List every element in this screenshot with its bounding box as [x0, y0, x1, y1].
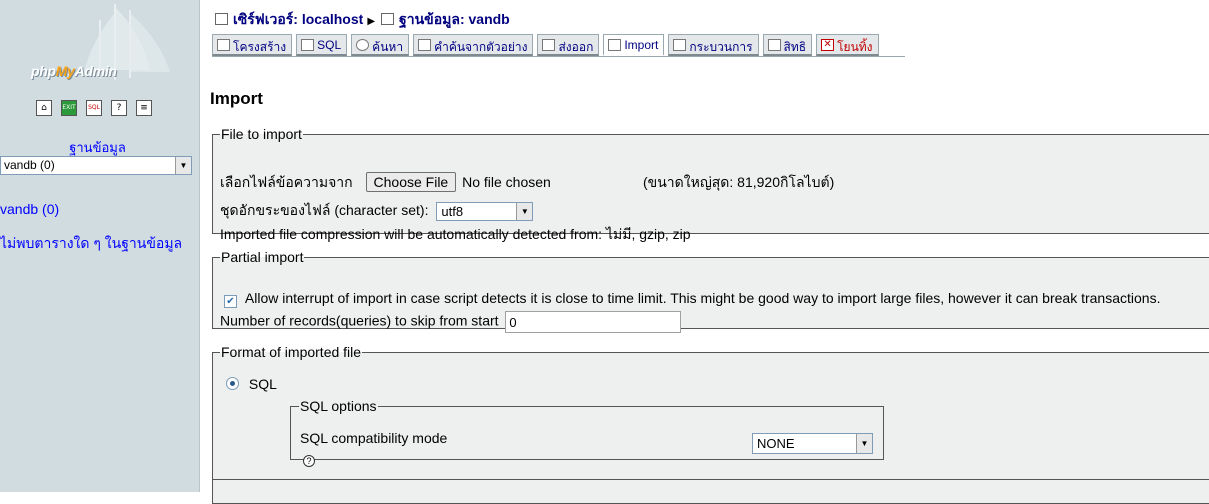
sql-options-legend: SQL options	[300, 398, 377, 414]
navigation-frame: phpMyAdmin ⌂ EXIT SQL ? ≡ ฐานข้อมูล vand…	[0, 0, 200, 492]
database-link[interactable]: vandb (0)	[0, 201, 59, 217]
tab-label: สิทธิ	[783, 40, 807, 54]
breadcrumb-server[interactable]: เซิร์ฟเวอร์: localhost	[233, 11, 363, 27]
tab-query[interactable]: คำค้นจากตัวอย่าง	[413, 34, 534, 56]
sql-icon	[301, 39, 315, 51]
search-icon	[356, 39, 370, 51]
help-icon[interactable]: ?	[303, 455, 315, 467]
tab-underline	[212, 56, 905, 57]
structure-icon	[217, 39, 230, 51]
skip-records-input[interactable]: 0	[505, 311, 682, 333]
sql-format-label[interactable]: SQL	[249, 376, 277, 392]
server-icon	[215, 13, 228, 25]
home-icon[interactable]: ⌂	[36, 100, 52, 116]
chevron-down-icon[interactable]: ▼	[516, 202, 533, 220]
charset-row: ชุดอักขระของไฟล์ (character set): utf8 ▼	[220, 200, 534, 222]
tab-search[interactable]: ค้นหา	[351, 34, 410, 56]
breadcrumb-database[interactable]: ฐานข้อมูล: vandb	[399, 11, 510, 27]
export-icon	[542, 39, 556, 51]
tab-privileges[interactable]: สิทธิ	[762, 34, 813, 56]
tab-label: โครงสร้าง	[233, 40, 287, 54]
breadcrumb: เซิร์ฟเวอร์: localhost ▶ ฐานข้อมูล: vandb	[215, 9, 510, 31]
exit-icon[interactable]: EXIT	[61, 100, 77, 116]
file-row: เลือกไฟล์ข้อความจาก Choose File No file …	[220, 172, 551, 194]
sql-query-icon[interactable]: SQL	[86, 100, 102, 116]
file-section-legend: File to import	[221, 126, 302, 142]
main-frame: เซิร์ฟเวอร์: localhost ▶ ฐานข้อมูล: vandb …	[210, 0, 1209, 504]
partial-section-legend: Partial import	[221, 249, 304, 265]
allow-interrupt-checkbox[interactable]: ✔	[224, 295, 237, 308]
charset-label: ชุดอักขระของไฟล์ (character set):	[220, 202, 429, 218]
compat-select[interactable]: NONE ▼	[752, 433, 873, 454]
tab-label: SQL	[317, 38, 342, 52]
tab-operations[interactable]: กระบวนการ	[668, 34, 759, 56]
allow-interrupt-row: ✔ Allow interrupt of import in case scri…	[224, 290, 1160, 308]
help-icon[interactable]: ?	[111, 100, 127, 116]
tab-label: ส่งออก	[558, 40, 594, 54]
tab-drop[interactable]: ✕ โยนทิ้ง	[816, 34, 879, 56]
tab-import[interactable]: Import	[603, 34, 665, 56]
choose-file-button[interactable]: Choose File	[365, 172, 457, 192]
skip-row: Number of records(queries) to skip from …	[220, 311, 682, 333]
import-icon	[608, 39, 622, 51]
tab-label: กระบวนการ	[689, 40, 753, 54]
drop-icon: ✕	[821, 39, 835, 51]
file-to-import-section: File to import เลือกไฟล์ข้อความจาก Choos…	[212, 126, 1209, 242]
no-tables-message: ไม่พบตารางใด ๆ ในฐานข้อมูล	[0, 235, 183, 251]
tab-bar: โครงสร้าง SQL ค้นหา คำค้นจากตัวอย่าง ส่ง…	[212, 34, 879, 56]
database-select[interactable]: vandb (0) ▼	[0, 156, 192, 175]
sql-format-radio[interactable]	[226, 377, 239, 390]
nav-icon-bar: ⌂ EXIT SQL ? ≡	[36, 100, 152, 116]
no-file-text: No file chosen	[462, 174, 551, 190]
query-icon	[418, 39, 432, 51]
tab-label: ค้นหา	[372, 40, 404, 54]
format-option-row: SQL	[226, 376, 277, 392]
partial-import-section: Partial import ✔ Allow interrupt of impo…	[212, 249, 1209, 333]
tab-label: Import	[624, 38, 659, 52]
compat-select-wrap: NONE ▼	[752, 433, 873, 454]
tab-sql[interactable]: SQL	[296, 34, 348, 56]
breadcrumb-separator-icon: ▶	[367, 16, 376, 27]
tab-structure[interactable]: โครงสร้าง	[212, 34, 293, 56]
max-size-text: (ขนาดใหญ่สุด: 81,920กิโลไบต์)	[643, 174, 835, 190]
docs-icon[interactable]: ≡	[136, 100, 152, 116]
section-divider	[213, 479, 1209, 480]
format-section-legend: Format of imported file	[221, 344, 362, 360]
chevron-down-icon[interactable]: ▼	[175, 157, 191, 174]
tab-export[interactable]: ส่งออก	[537, 34, 600, 56]
operations-icon	[673, 39, 687, 51]
privileges-icon	[767, 39, 781, 51]
charset-select[interactable]: utf8 ▼	[436, 201, 534, 221]
compat-label: SQL compatibility mode	[300, 430, 448, 446]
charset-value: utf8	[441, 203, 464, 219]
compression-text: Imported file compression will be automa…	[220, 226, 691, 242]
file-label: เลือกไฟล์ข้อความจาก	[220, 174, 353, 190]
skip-label: Number of records(queries) to skip from …	[220, 312, 499, 329]
database-icon	[381, 13, 395, 25]
allow-interrupt-label[interactable]: Allow interrupt of import in case script…	[245, 290, 1161, 306]
format-section: Format of imported file SQL SQL options …	[212, 344, 1209, 504]
chevron-down-icon[interactable]: ▼	[856, 434, 872, 453]
logo-text: phpMyAdmin	[31, 63, 117, 79]
compat-value: NONE	[757, 436, 795, 451]
tab-label: โยนทิ้ง	[837, 40, 873, 54]
database-select-value: vandb (0)	[4, 158, 55, 172]
tab-label: คำค้นจากตัวอย่าง	[434, 40, 528, 54]
database-label: ฐานข้อมูล	[69, 140, 126, 155]
page-title: Import	[210, 89, 263, 108]
sql-options-section: SQL options SQL compatibility mode ? NON…	[290, 398, 884, 467]
